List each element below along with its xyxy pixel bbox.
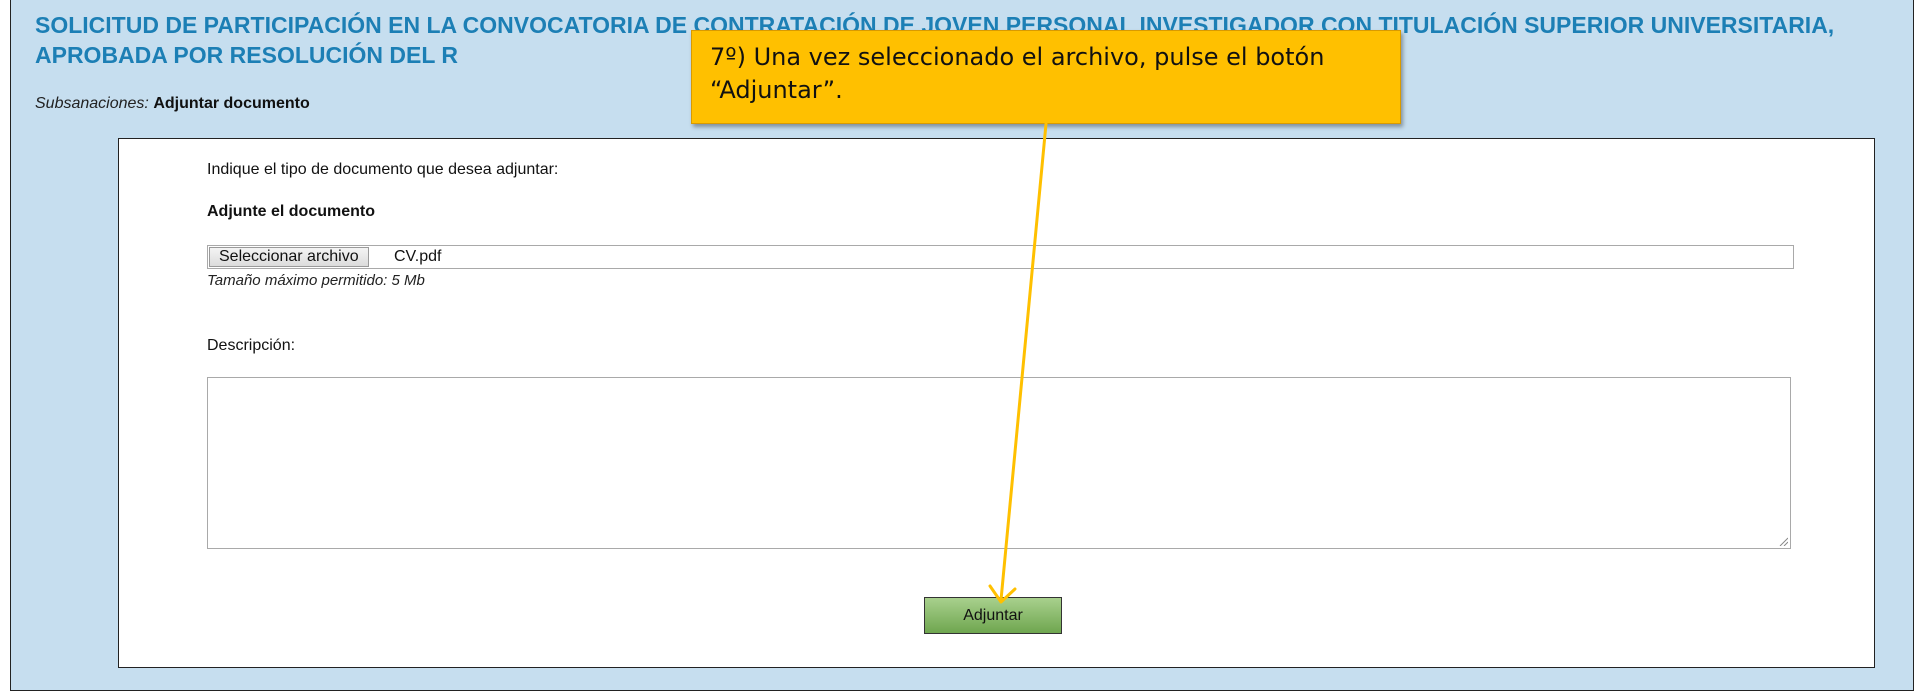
resize-grip-icon[interactable] — [1778, 536, 1788, 546]
breadcrumb-current: Adjuntar documento — [153, 95, 310, 112]
attach-form-panel: Indique el tipo de documento que desea a… — [118, 138, 1875, 668]
doc-type-prompt: Indique el tipo de documento que desea a… — [207, 161, 559, 178]
attach-heading: Adjunte el documento — [207, 203, 375, 220]
breadcrumb: Subsanaciones: Adjuntar documento — [35, 95, 310, 113]
attach-submit-button[interactable]: Adjuntar — [924, 597, 1062, 634]
selected-file-name: CV.pdf — [394, 248, 442, 265]
select-file-button[interactable]: Seleccionar archivo — [209, 247, 369, 267]
breadcrumb-label: Subsanaciones: — [35, 95, 149, 112]
file-input[interactable]: Seleccionar archivo CV.pdf — [207, 245, 1794, 269]
description-textarea[interactable] — [207, 377, 1791, 549]
instruction-callout: 7º) Una vez seleccionado el archivo, pul… — [691, 30, 1401, 124]
max-size-hint: Tamaño máximo permitido: 5 Mb — [207, 272, 425, 289]
description-label: Descripción: — [207, 337, 296, 354]
